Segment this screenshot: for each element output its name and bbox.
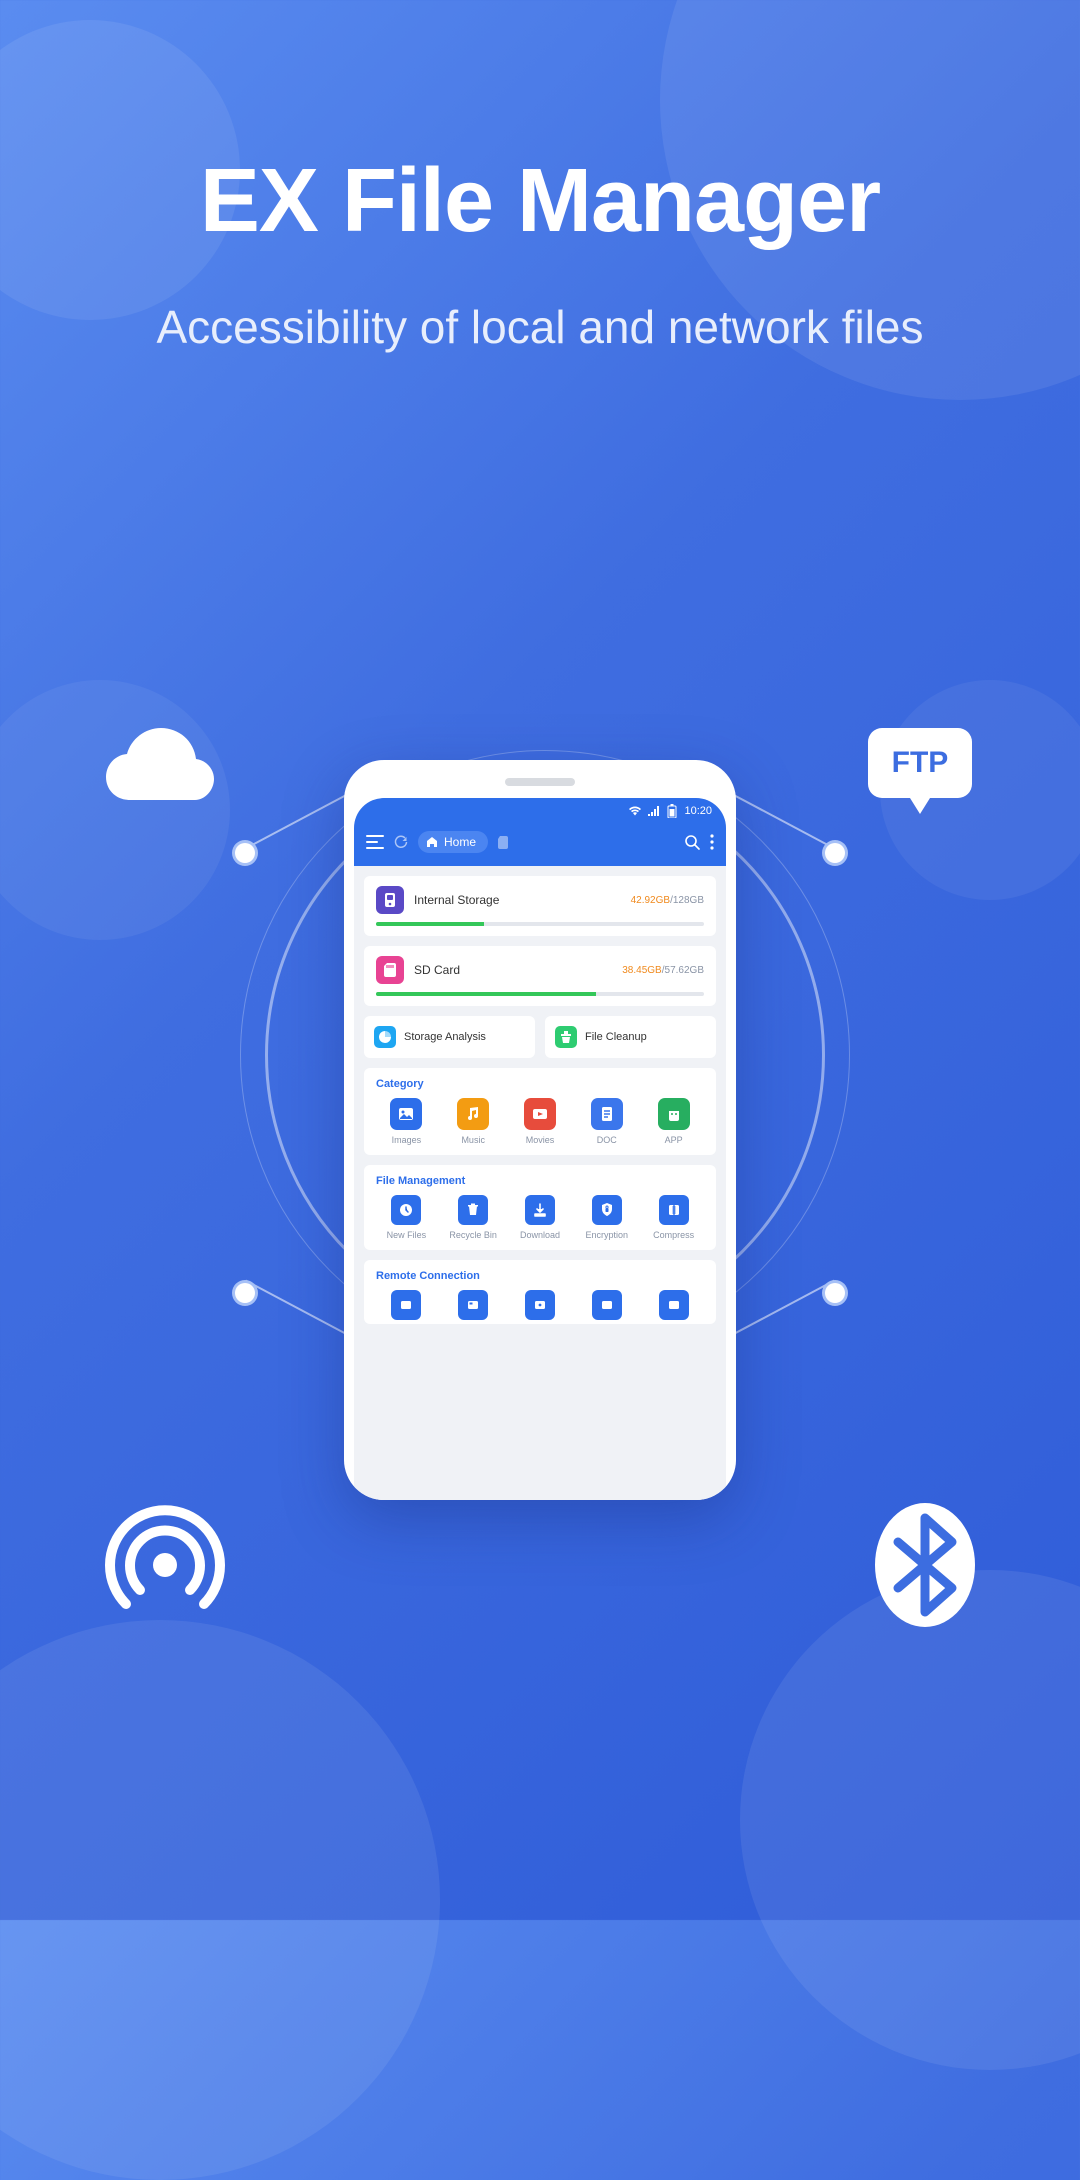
category-movies[interactable]: Movies	[510, 1098, 571, 1145]
category-images[interactable]: Images	[376, 1098, 437, 1145]
remote-icon	[458, 1290, 488, 1320]
phone-speaker	[505, 778, 575, 786]
more-icon[interactable]	[710, 834, 714, 850]
signal-icon	[648, 806, 660, 816]
internal-storage-icon	[376, 886, 404, 914]
remote-item-2[interactable]	[443, 1290, 504, 1320]
file-cleanup-label: File Cleanup	[585, 1031, 647, 1043]
breadcrumb-label: Home	[444, 835, 476, 849]
hotspot-icon	[100, 1500, 230, 1630]
fm-new-files-label: New Files	[387, 1230, 427, 1240]
category-images-label: Images	[392, 1135, 422, 1145]
status-time: 10:20	[684, 805, 712, 817]
sdcard-small-icon[interactable]	[498, 836, 508, 849]
fm-new-files[interactable]: New Files	[376, 1195, 437, 1240]
ftp-label: FTP	[892, 746, 949, 779]
app-screen: 10:20 Home Internal Storage	[354, 798, 726, 1500]
connector-dot	[232, 840, 258, 866]
remote-icon	[391, 1290, 421, 1320]
category-doc[interactable]: DOC	[576, 1098, 637, 1145]
cleanup-icon	[555, 1026, 577, 1048]
internal-storage-label: Internal Storage	[414, 893, 621, 907]
fm-compress-label: Compress	[653, 1230, 694, 1240]
category-music[interactable]: Music	[443, 1098, 504, 1145]
content-area: Internal Storage 42.92GB/128GB SD Card 3…	[354, 866, 726, 1500]
remote-connection-title: Remote Connection	[376, 1270, 704, 1282]
bg-circle	[0, 680, 230, 940]
sdcard-values: 38.45GB/57.62GB	[622, 965, 704, 976]
hero-subtitle: Accessibility of local and network files	[0, 300, 1080, 354]
trash-icon	[458, 1195, 488, 1225]
bg-circle	[0, 1620, 440, 2180]
fm-encryption-label: Encryption	[586, 1230, 629, 1240]
category-movies-label: Movies	[526, 1135, 555, 1145]
category-app[interactable]: APP	[643, 1098, 704, 1145]
compress-icon	[659, 1195, 689, 1225]
breadcrumb-home[interactable]: Home	[418, 831, 488, 853]
category-section: Category Images Music	[364, 1068, 716, 1155]
bluetooth-icon	[870, 1500, 980, 1630]
clock-icon	[391, 1195, 421, 1225]
tools-row: Storage Analysis File Cleanup	[364, 1016, 716, 1058]
app-icon	[658, 1098, 690, 1130]
connector-dot	[822, 840, 848, 866]
sdcard-label: SD Card	[414, 963, 612, 977]
fm-compress[interactable]: Compress	[643, 1195, 704, 1240]
fm-encryption[interactable]: Encryption	[576, 1195, 637, 1240]
category-title: Category	[376, 1078, 704, 1090]
home-icon	[426, 836, 438, 848]
toolbar: Home	[354, 824, 726, 866]
refresh-icon[interactable]	[394, 835, 408, 849]
battery-icon	[667, 804, 677, 818]
remote-icon	[525, 1290, 555, 1320]
file-management-section: File Management New Files Recycle Bin Do…	[364, 1165, 716, 1250]
hero-title: EX File Manager	[0, 150, 1080, 253]
phone-mockup: 10:20 Home Internal Storage	[344, 760, 736, 1500]
storage-sdcard-card[interactable]: SD Card 38.45GB/57.62GB	[364, 946, 716, 1006]
analysis-icon	[374, 1026, 396, 1048]
doc-icon	[591, 1098, 623, 1130]
connector-dot	[822, 1280, 848, 1306]
status-bar: 10:20	[354, 798, 726, 824]
remote-connection-section: Remote Connection	[364, 1260, 716, 1324]
fm-recycle-bin-label: Recycle Bin	[449, 1230, 497, 1240]
bg-circle	[740, 1570, 1080, 2070]
remote-icon	[659, 1290, 689, 1320]
sdcard-icon	[376, 956, 404, 984]
movies-icon	[524, 1098, 556, 1130]
wifi-icon	[629, 806, 641, 816]
internal-storage-progress	[376, 922, 704, 926]
remote-icon	[592, 1290, 622, 1320]
category-app-label: APP	[665, 1135, 683, 1145]
remote-item-3[interactable]	[510, 1290, 571, 1320]
storage-analysis-button[interactable]: Storage Analysis	[364, 1016, 535, 1058]
file-cleanup-button[interactable]: File Cleanup	[545, 1016, 716, 1058]
storage-internal-card[interactable]: Internal Storage 42.92GB/128GB	[364, 876, 716, 936]
storage-analysis-label: Storage Analysis	[404, 1031, 486, 1043]
sdcard-progress	[376, 992, 704, 996]
menu-icon[interactable]	[366, 835, 384, 849]
remote-item-5[interactable]	[643, 1290, 704, 1320]
fm-download-label: Download	[520, 1230, 560, 1240]
fm-download[interactable]: Download	[510, 1195, 571, 1240]
category-music-label: Music	[461, 1135, 485, 1145]
ftp-icon: FTP	[860, 720, 980, 830]
remote-item-1[interactable]	[376, 1290, 437, 1320]
fm-recycle-bin[interactable]: Recycle Bin	[443, 1195, 504, 1240]
search-icon[interactable]	[684, 834, 700, 850]
download-icon	[525, 1195, 555, 1225]
file-management-title: File Management	[376, 1175, 704, 1187]
remote-item-4[interactable]	[576, 1290, 637, 1320]
images-icon	[390, 1098, 422, 1130]
cloud-icon	[100, 720, 220, 810]
connector-dot	[232, 1280, 258, 1306]
category-doc-label: DOC	[597, 1135, 617, 1145]
shield-icon	[592, 1195, 622, 1225]
internal-storage-values: 42.92GB/128GB	[631, 895, 704, 906]
music-icon	[457, 1098, 489, 1130]
